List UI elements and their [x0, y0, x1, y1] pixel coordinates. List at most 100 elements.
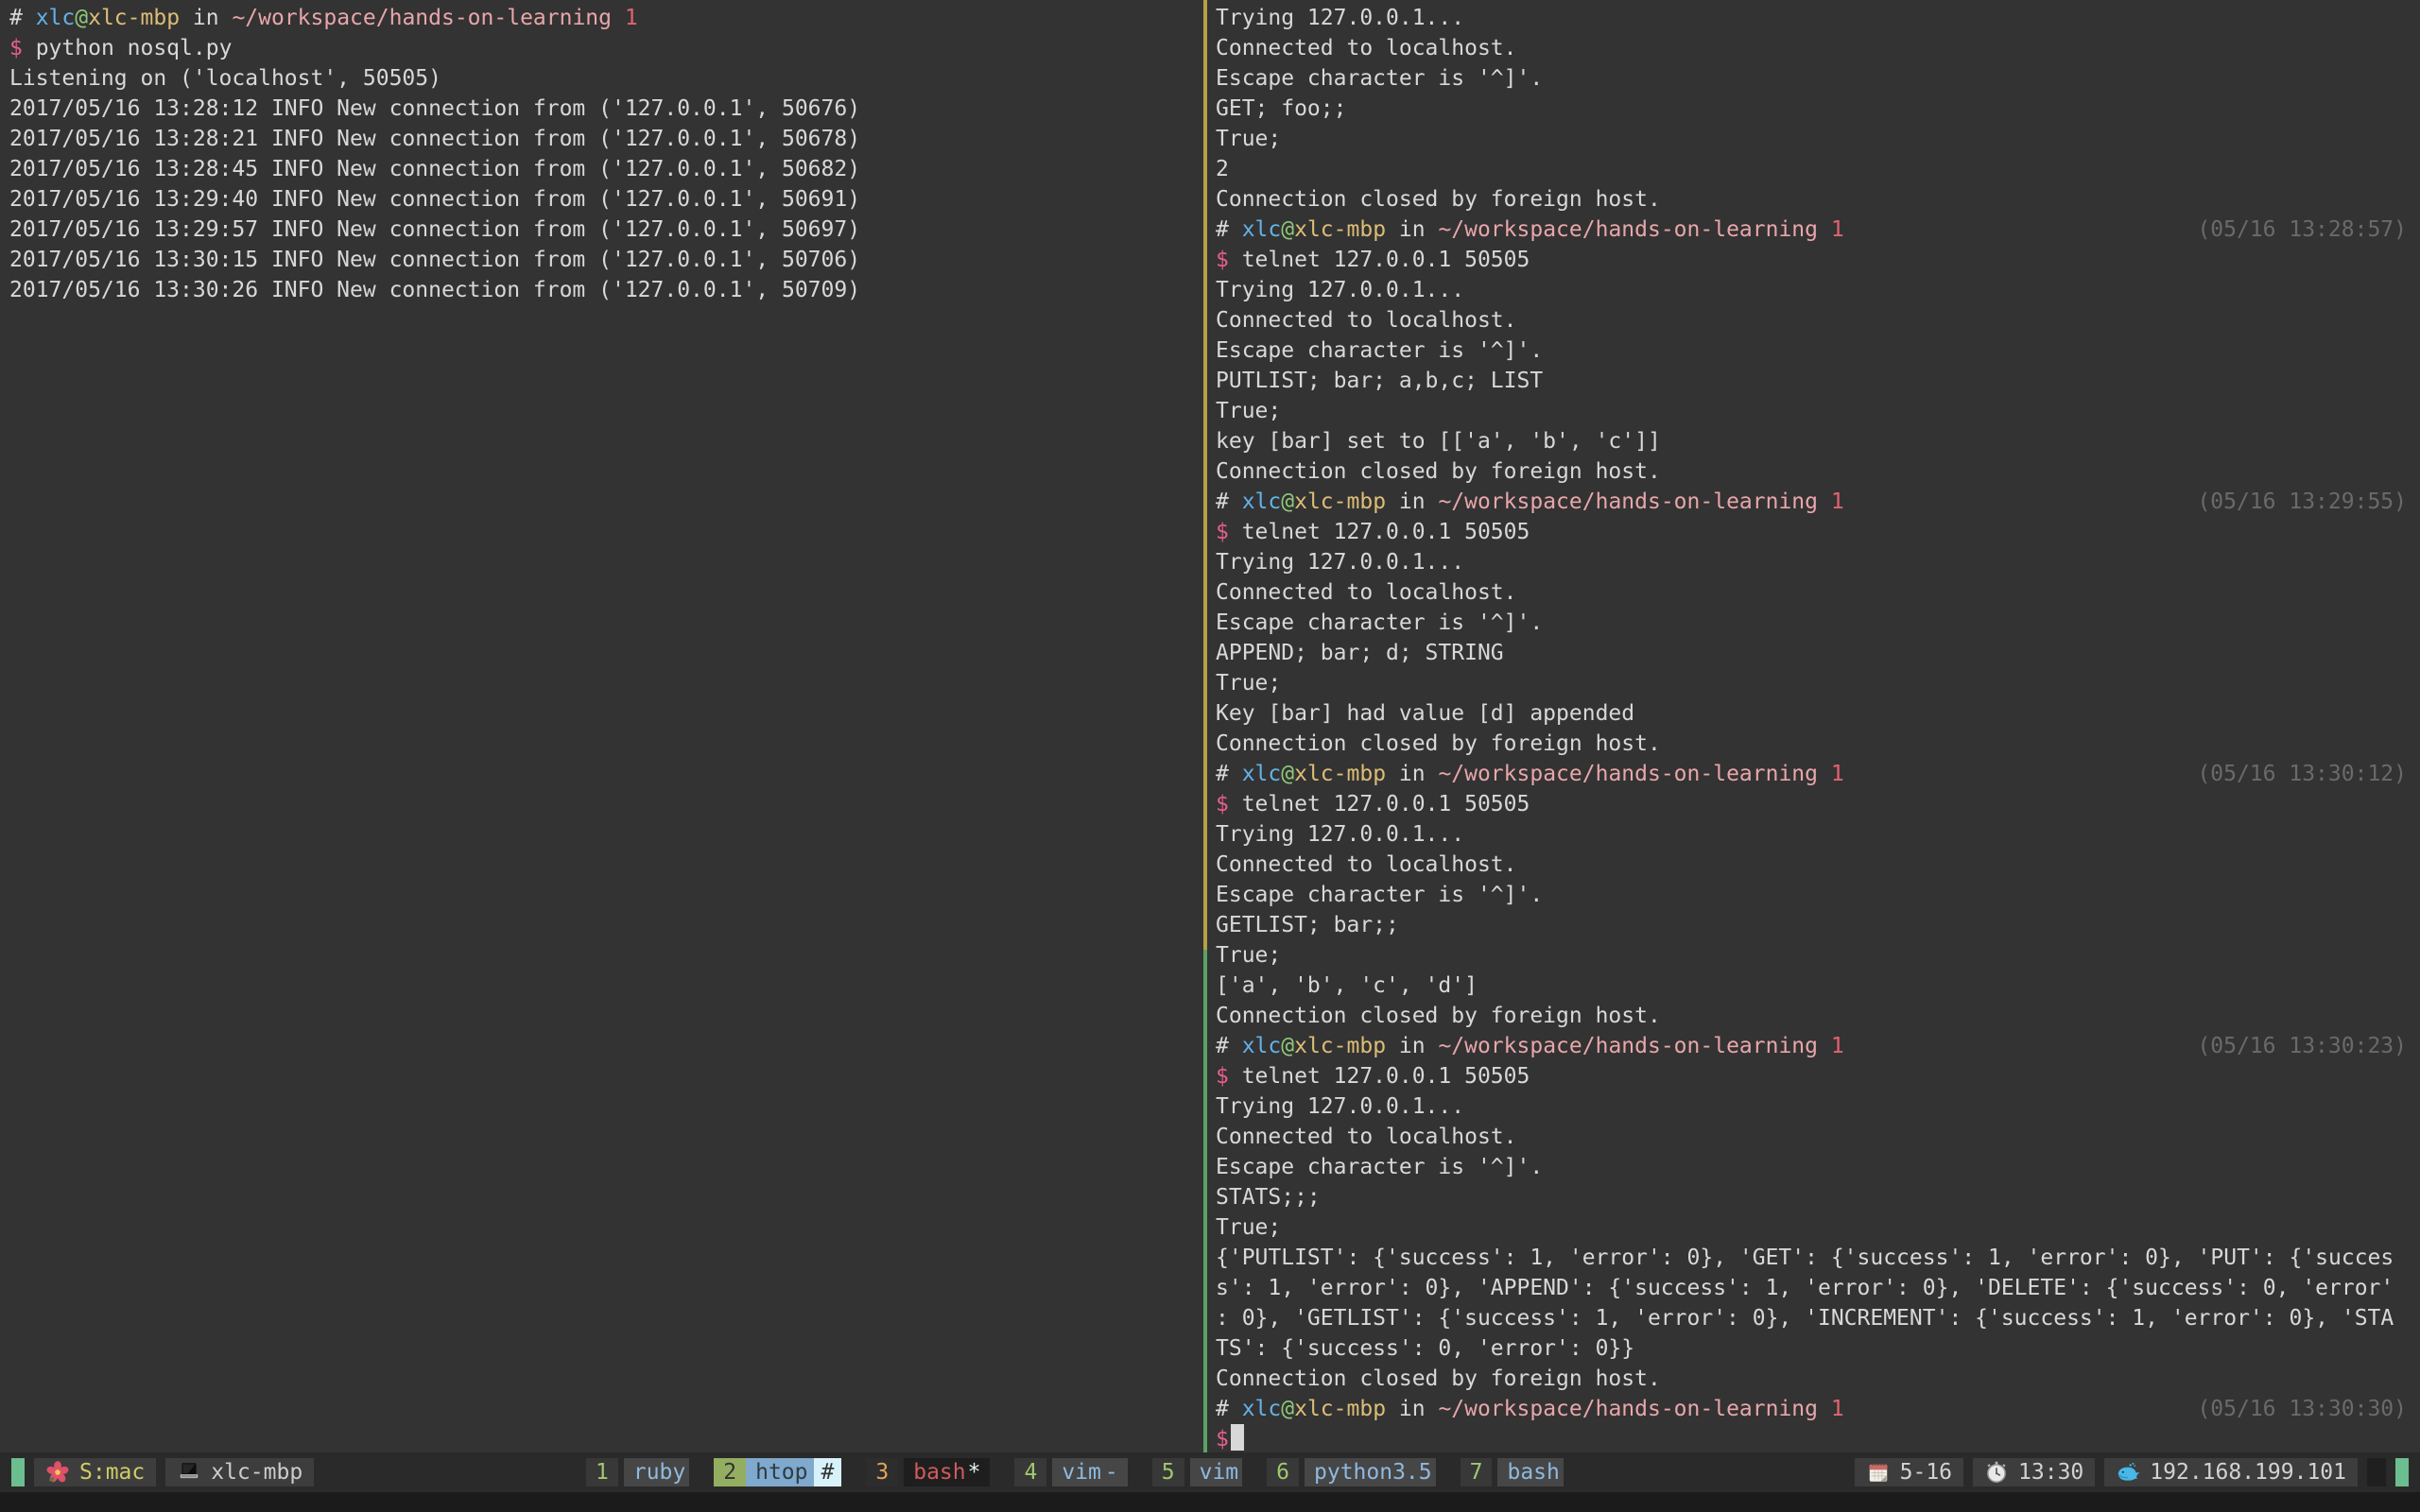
session-chip[interactable]: S:mac [34, 1458, 156, 1486]
hibiscus-flower-icon [45, 1460, 70, 1485]
terminal-line: : 0}, 'GETLIST': {'success': 1, 'error':… [1216, 1303, 2420, 1333]
window-tab-7-bash[interactable]: 7bash [1461, 1458, 1564, 1486]
hostname-label: xlc-mbp [211, 1460, 302, 1485]
prompt-timestamp: (05/16 13:28:57) [2197, 215, 2420, 245]
window-index: 6 [1267, 1458, 1299, 1486]
terminal-line: STATS;;; [1216, 1182, 2420, 1212]
prompt-timestamp: (05/16 13:30:23) [2197, 1031, 2420, 1061]
prompt-timestamp: (05/16 13:30:12) [2197, 759, 2420, 789]
hostname-chip: xlc-mbp [165, 1458, 314, 1486]
terminal-line: Trying 127.0.0.1... [1216, 547, 2420, 577]
laptop-icon [177, 1460, 201, 1485]
prompt-timestamp: (05/16 13:29:55) [2197, 487, 2420, 517]
command-line: $ telnet 127.0.0.1 50505 [1216, 1061, 2420, 1091]
status-right-indicator [2395, 1458, 2409, 1486]
terminal-line: Trying 127.0.0.1... [1216, 275, 2420, 305]
window-tab-3-bash[interactable]: 3bash* [866, 1458, 990, 1486]
terminal-line: True; [1216, 1212, 2420, 1243]
tmux-status-bar: S:mac xlc-mbp 1ruby2htop#3bash*4vim-5vim… [0, 1452, 2420, 1492]
terminal-line: Connection closed by foreign host. [1216, 729, 2420, 759]
command-line: $ telnet 127.0.0.1 50505 [1216, 517, 2420, 547]
terminal-line: {'PUTLIST': {'success': 1, 'error': 0}, … [1216, 1243, 2420, 1273]
terminal-line: s': 1, 'error': 0}, 'APPEND': {'success'… [1216, 1273, 2420, 1303]
window-tab-1-ruby[interactable]: 1ruby [586, 1458, 689, 1486]
ip-address-label: 192.168.199.101 [2150, 1460, 2346, 1485]
window-tab-5-vim[interactable]: 5vim [1152, 1458, 1242, 1486]
terminal-line: Escape character is '^]'. [1216, 63, 2420, 94]
terminal-line: PUTLIST; bar; a,b,c; LIST [1216, 366, 2420, 396]
terminal-line: 2017/05/16 13:29:40 INFO New connection … [9, 184, 1203, 215]
right-pane-telnet[interactable]: Trying 127.0.0.1...Connected to localhos… [1207, 0, 2420, 1452]
status-left-section: S:mac xlc-mbp [11, 1452, 314, 1492]
terminal-line: Trying 127.0.0.1... [1216, 819, 2420, 850]
terminal-line: Escape character is '^]'. [1216, 1152, 2420, 1182]
terminal-line: 2 [1216, 154, 2420, 184]
window-index: 3 [866, 1458, 898, 1486]
window-name: bash [1497, 1458, 1563, 1486]
terminal-line: GETLIST; bar;; [1216, 910, 2420, 940]
terminal-line: Connection closed by foreign host. [1216, 456, 2420, 487]
network-chip: 192.168.199.101 [2104, 1458, 2358, 1486]
window-flag: * [968, 1458, 991, 1486]
terminal-line: ['a', 'b', 'c', 'd'] [1216, 971, 2420, 1001]
window-name: vim [1190, 1458, 1243, 1486]
terminal-line: key [bar] set to [['a', 'b', 'c']] [1216, 426, 2420, 456]
window-tab-4-vim[interactable]: 4vim- [1014, 1458, 1127, 1486]
time-chip: 13:30 [1973, 1458, 2095, 1486]
terminal-line: TS': {'success': 0, 'error': 0}} [1216, 1333, 2420, 1364]
command-line: $ telnet 127.0.0.1 50505 [1216, 245, 2420, 275]
terminal-line: Listening on ('localhost', 50505) [9, 63, 1203, 94]
date-chip: 5-16 [1855, 1458, 1963, 1486]
window-index: 7 [1461, 1458, 1493, 1486]
terminal-line: Connected to localhost. [1216, 577, 2420, 608]
left-pane-server-log[interactable]: # xlc@xlc-mbp in ~/workspace/hands-on-le… [0, 0, 1203, 1452]
whale-icon [2116, 1460, 2140, 1485]
window-bottom-edge [0, 1492, 2420, 1512]
terminal-line: Connected to localhost. [1216, 1122, 2420, 1152]
prompt-timestamp: (05/16 13:30:30) [2197, 1394, 2420, 1424]
window-index: 2 [714, 1458, 746, 1486]
prompt-line: # xlc@xlc-mbp in ~/workspace/hands-on-le… [1216, 1394, 2420, 1424]
terminal-line: Trying 127.0.0.1... [1216, 1091, 2420, 1122]
prompt-line: # xlc@xlc-mbp in ~/workspace/hands-on-le… [1216, 1031, 2420, 1061]
terminal-line: 2017/05/16 13:28:21 INFO New connection … [9, 124, 1203, 154]
window-tab-2-htop[interactable]: 2htop# [714, 1458, 841, 1486]
window-name: ruby [624, 1458, 689, 1486]
command-line: $ python nosql.py [9, 33, 1203, 63]
terminal-line: True; [1216, 940, 2420, 971]
clock-icon [1984, 1460, 2009, 1485]
prompt-line: # xlc@xlc-mbp in ~/workspace/hands-on-le… [9, 3, 1203, 33]
terminal-line: Key [bar] had value [d] appended [1216, 698, 2420, 729]
terminal-line: 2017/05/16 13:29:57 INFO New connection … [9, 215, 1203, 245]
terminal-line: 2017/05/16 13:28:45 INFO New connection … [9, 154, 1203, 184]
terminal-line: Escape character is '^]'. [1216, 335, 2420, 366]
prompt-line: # xlc@xlc-mbp in ~/workspace/hands-on-le… [1216, 487, 2420, 517]
command-line: $ telnet 127.0.0.1 50505 [1216, 789, 2420, 819]
terminal-line: Escape character is '^]'. [1216, 608, 2420, 638]
terminal-line: Escape character is '^]'. [1216, 880, 2420, 910]
session-label: S:mac [79, 1460, 145, 1485]
tmux-terminal: # xlc@xlc-mbp in ~/workspace/hands-on-le… [0, 0, 2420, 1512]
window-tab-6-python3.5[interactable]: 6python3.5 [1267, 1458, 1435, 1486]
terminal-line: Connection closed by foreign host. [1216, 1001, 2420, 1031]
window-index: 5 [1152, 1458, 1184, 1486]
cursor-line: $ [1216, 1424, 2420, 1452]
terminal-line: True; [1216, 396, 2420, 426]
terminal-line: Connected to localhost. [1216, 33, 2420, 63]
terminal-line: True; [1216, 668, 2420, 698]
window-flag: - [1105, 1458, 1128, 1486]
terminal-line: 2017/05/16 13:30:15 INFO New connection … [9, 245, 1203, 275]
terminal-line: Connection closed by foreign host. [1216, 1364, 2420, 1394]
terminal-line: APPEND; bar; d; STRING [1216, 638, 2420, 668]
terminal-line: Connected to localhost. [1216, 305, 2420, 335]
window-name: vim [1052, 1458, 1105, 1486]
terminal-line: Trying 127.0.0.1... [1216, 3, 2420, 33]
window-flag: # [814, 1458, 842, 1486]
prompt-line: # xlc@xlc-mbp in ~/workspace/hands-on-le… [1216, 759, 2420, 789]
terminal-line: 2017/05/16 13:30:26 INFO New connection … [9, 275, 1203, 305]
time-label: 13:30 [2018, 1460, 2083, 1485]
window-list: 1ruby2htop#3bash*4vim-5vim6python3.57bas… [586, 1452, 1564, 1492]
status-right-section: 5-16 13:30 [1855, 1452, 2409, 1492]
window-name: htop [746, 1458, 813, 1486]
window-name: python3.5 [1305, 1458, 1436, 1486]
